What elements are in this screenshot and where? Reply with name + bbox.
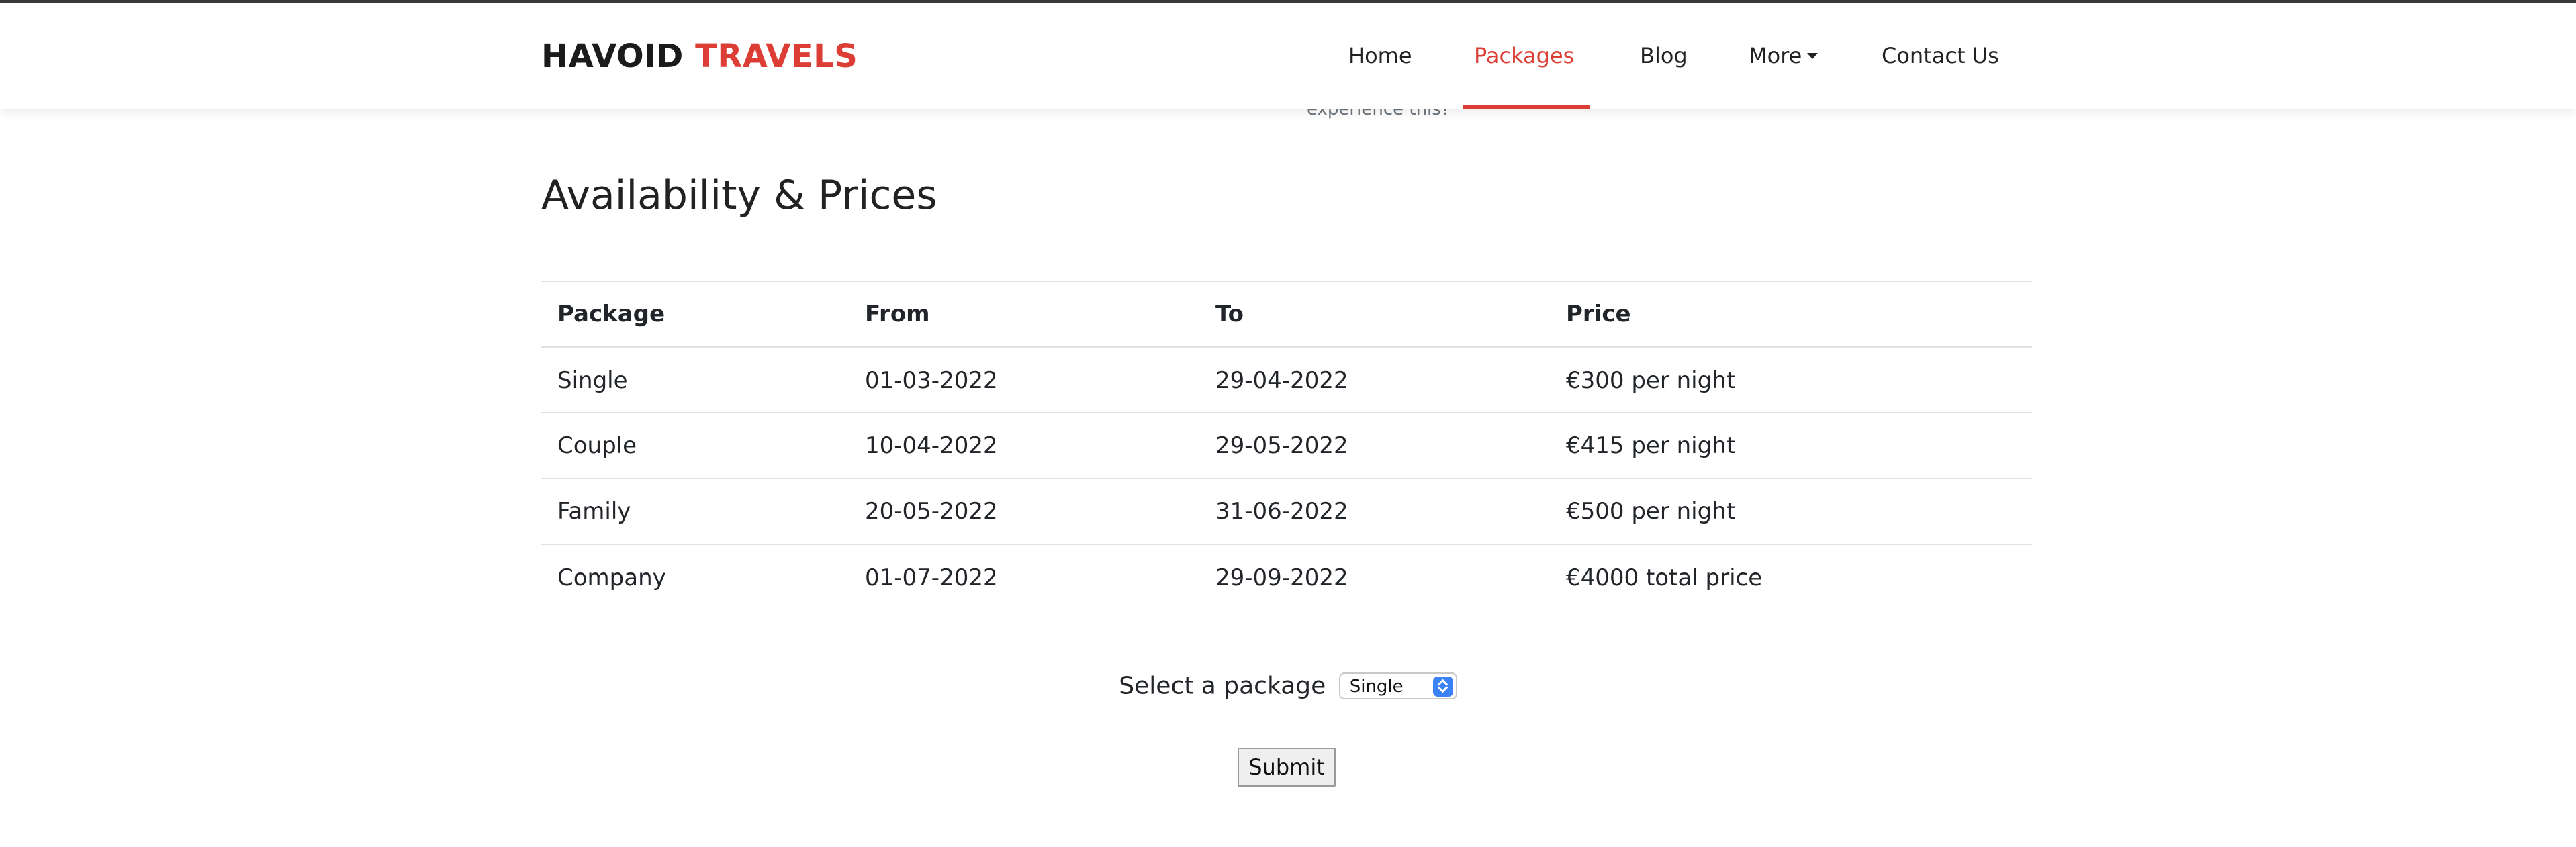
nav-item-packages[interactable]: Packages	[1474, 43, 1574, 68]
cell-from: 01-07-2022	[849, 544, 1199, 610]
package-select-label: Select a package	[1119, 672, 1326, 700]
table-row: Family 20-05-2022 31-06-2022 €500 per ni…	[541, 478, 2032, 544]
prices-table: Package From To Price Single 01-03-2022 …	[541, 281, 2032, 610]
section-title: Availability & Prices	[541, 172, 937, 219]
nav-item-contact[interactable]: Contact Us	[1882, 43, 1999, 68]
cell-from: 01-03-2022	[849, 346, 1199, 413]
table-row: Couple 10-04-2022 29-05-2022 €415 per ni…	[541, 412, 2032, 479]
cell-package: Couple	[541, 412, 849, 479]
nav-item-more-label: More	[1749, 43, 1802, 68]
cell-price: €415 per night	[1550, 412, 2032, 479]
brand-accent: TRAVELS	[695, 38, 858, 75]
column-header-package: Package	[541, 281, 849, 348]
nav-item-home[interactable]: Home	[1348, 43, 1412, 68]
select-updown-icon	[1432, 677, 1453, 697]
cell-price: €300 per night	[1550, 346, 2032, 413]
nav-item-blog[interactable]: Blog	[1640, 43, 1688, 68]
cell-from: 20-05-2022	[849, 478, 1199, 544]
column-header-to: To	[1199, 281, 1550, 348]
table-header-row: Package From To Price	[541, 281, 2032, 348]
package-select-value: Single	[1349, 677, 1404, 697]
table-row: Company 01-07-2022 29-09-2022 €4000 tota…	[541, 544, 2032, 610]
package-select-row: Select a package Single	[0, 671, 2576, 700]
brand-logo[interactable]: HAVOID TRAVELS	[541, 38, 858, 75]
package-select[interactable]: Single	[1338, 672, 1457, 699]
navbar: HAVOID TRAVELS Home Packages Blog More C…	[0, 3, 2576, 109]
cell-to: 29-05-2022	[1199, 412, 1550, 479]
brand-primary: HAVOID	[541, 38, 684, 75]
cell-to: 29-09-2022	[1199, 544, 1550, 610]
submit-button[interactable]: Submit	[1238, 748, 1336, 787]
column-header-from: From	[849, 281, 1199, 348]
cell-package: Family	[541, 478, 849, 544]
cell-to: 29-04-2022	[1199, 346, 1550, 413]
cell-package: Company	[541, 544, 849, 610]
chevron-down-icon	[1807, 53, 1819, 59]
cell-price: €4000 total price	[1550, 544, 2032, 610]
cell-from: 10-04-2022	[849, 412, 1199, 479]
active-nav-indicator	[1463, 105, 1590, 109]
cell-package: Single	[541, 346, 849, 413]
table-row: Single 01-03-2022 29-04-2022 €300 per ni…	[541, 346, 2032, 413]
nav-item-more[interactable]: More	[1749, 43, 1819, 68]
cell-price: €500 per night	[1550, 478, 2032, 544]
cell-to: 31-06-2022	[1199, 478, 1550, 544]
column-header-price: Price	[1550, 281, 2032, 348]
